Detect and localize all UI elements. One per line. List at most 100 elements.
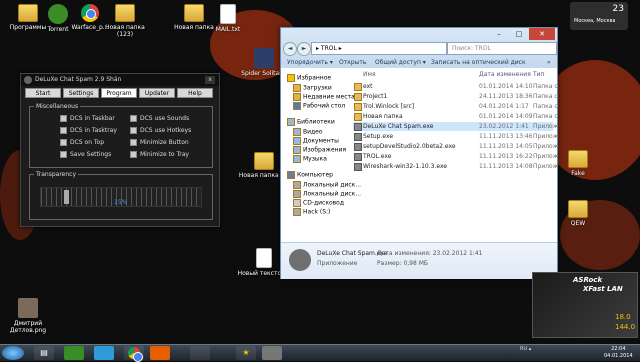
option-dcs-use-hotkeys[interactable]: DCS use Hotkeys [130,127,191,134]
checkbox[interactable] [60,151,67,158]
nav-label: Рабочий стол [303,102,346,110]
nav-desktop[interactable]: Рабочий стол [293,102,345,110]
nav-recent[interactable]: Недавние места [293,93,355,101]
taskbar-firefox-icon[interactable] [150,346,170,360]
file-row[interactable]: Setup.exe 11.11.2013 13:46 Прилож [353,132,558,141]
video-icon [293,128,301,136]
column-date[interactable]: Дата изменения [479,70,531,79]
more-button[interactable]: » [547,58,551,68]
deluxe-close-button[interactable]: x [205,76,215,84]
nav-documents[interactable]: Документы [293,137,339,145]
file-row[interactable]: TROL.exe 11.11.2013 16:22 Прилож [353,152,558,161]
close-button[interactable]: ✕ [529,28,555,40]
taskbar-skype-icon[interactable] [94,346,114,360]
checkbox[interactable] [60,127,67,134]
library-icon [287,118,295,126]
file-row[interactable]: ext 01.01.2014 14:10 Папка с [353,82,558,91]
file-row[interactable]: Project1 24.11.2013 18:36 Папка с [353,92,558,101]
nav-local-disk-c[interactable]: Локальный диск... [293,181,361,189]
tab-start[interactable]: Start [25,88,61,98]
file-date: 01.01.2014 14:10 [479,83,533,90]
minimize-button[interactable]: – [489,28,509,40]
file-row[interactable]: Новая папка 01.01.2014 14:09 Папка с [353,112,558,121]
address-bar[interactable]: ▸ TROL ▸ [311,42,447,55]
drive-icon [293,181,301,189]
asrock-product: XFast LAN [583,285,623,293]
folder-icon [293,93,301,101]
nav-video[interactable]: Видео [293,128,323,136]
desktop-icon-mail-txt[interactable]: MAIL.txt [200,4,256,33]
tab-help[interactable]: Help [177,88,213,98]
back-button[interactable]: ◄ [283,42,297,56]
slider-thumb[interactable] [64,190,69,204]
nav-cd-drive[interactable]: CD-дисковод [293,199,344,207]
nav-computer[interactable]: Компьютер [287,171,333,179]
desktop-icon-photo[interactable]: Дмитрий Детлов.png [0,298,56,334]
nav-local-disk-d[interactable]: Локальный диск... [293,190,361,198]
option-dcs-on-top[interactable]: DCS on Top [60,139,104,146]
file-row[interactable]: Wireshark-win32-1.10.3.exe 11.11.2013 14:… [353,162,558,171]
taskbar-deluxe-icon[interactable] [262,346,282,360]
option-dcs-in-tasktray[interactable]: DCS in Tasktray [60,127,117,134]
nav-libraries[interactable]: Библиотеки [287,118,335,126]
file-row[interactable]: setupDevelStudio2.0beta2.exe 11.11.2013 1… [353,142,558,151]
open-button[interactable]: Открыть [339,58,366,68]
star-icon [287,74,295,82]
nav-downloads[interactable]: Загрузки [293,84,332,92]
checkbox[interactable] [130,115,137,122]
option-dcs-in-taskbar[interactable]: DCS in Taskbar [60,115,115,122]
file-date: 11.11.2013 13:46 [479,133,533,140]
option-minimize-to-tray[interactable]: Minimize to Tray [130,151,189,158]
desktop-icon-qew[interactable]: QEW [550,200,606,227]
nav-label: Видео [303,128,323,136]
organize-button[interactable]: Упорядочить ▾ [287,58,333,68]
asrock-xfast-lan-gadget[interactable]: ASRock XFast LAN 18.0 144.0 [532,272,638,338]
desktop-icon-new-folder-123[interactable]: Новая папка (123) [97,4,153,38]
search-input[interactable]: Поиск: TROL [447,42,557,55]
taskbar-star-icon[interactable]: ★ [236,346,256,360]
taskbar-app-icon[interactable] [190,346,210,360]
column-type[interactable]: Тип [533,70,545,79]
checkbox[interactable] [60,115,67,122]
option-minimize-button[interactable]: Minimize Button [130,139,189,146]
nav-label: Музыка [303,155,327,163]
desktop-icon [293,102,301,110]
folder-icon [254,152,274,170]
file-row[interactable]: DeLuXe Chat Spam.exe 23.02.2012 1:41 Прило… [353,122,558,131]
desktop-icon-label: Fake [571,170,585,177]
option-dcs-use-sounds[interactable]: DCS use Sounds [130,115,189,122]
tab-program[interactable]: Program [101,88,137,98]
desktop-icon-fake[interactable]: Fake [550,150,606,177]
taskbar-chrome-icon[interactable] [124,346,144,362]
system-tray[interactable]: RU ▴ [520,346,531,352]
column-name[interactable]: Имя [363,70,376,79]
option-save-settings[interactable]: Save Settings [60,151,111,158]
burn-button[interactable]: Записать на оптический диск [431,58,526,68]
image-file-icon [18,298,38,318]
taskbar-explorer-icon[interactable]: ▤ [34,346,54,360]
start-button[interactable] [2,346,24,360]
nav-pictures[interactable]: Изображения [293,146,346,154]
checkbox[interactable] [130,127,137,134]
file-type: Папка с [533,113,558,120]
deluxe-title-bar[interactable]: DeLuXe Chat Spam 2.9 Shän x [21,74,219,86]
nav-music[interactable]: Музыка [293,155,327,163]
nav-label: CD-дисковод [303,199,344,207]
weather-gadget[interactable]: 23 Москва, Москва [570,2,628,30]
file-row[interactable]: Trol.Winlock [src] 04.01.2014 1:17 Папка с [353,102,558,111]
desktop-icon-label: MAIL.txt [215,26,241,33]
maximize-button[interactable]: □ [509,28,529,40]
forward-button[interactable]: ► [297,42,311,56]
share-button[interactable]: Общий доступ ▾ [375,58,426,68]
clock[interactable]: 22:04 04.01.2014 [604,346,633,360]
taskbar-utorrent-icon[interactable] [64,346,84,360]
tab-settings[interactable]: Settings [63,88,99,98]
checkbox[interactable] [60,139,67,146]
nav-hack-drive[interactable]: Hack (S:) [293,208,330,216]
nav-favorites[interactable]: Избранное [287,74,331,82]
file-type: Прилож [533,143,559,150]
file-date: 23.02.2012 1:41 [479,123,529,130]
checkbox[interactable] [130,151,137,158]
checkbox[interactable] [130,139,137,146]
tab-updater[interactable]: Updater [139,88,175,98]
